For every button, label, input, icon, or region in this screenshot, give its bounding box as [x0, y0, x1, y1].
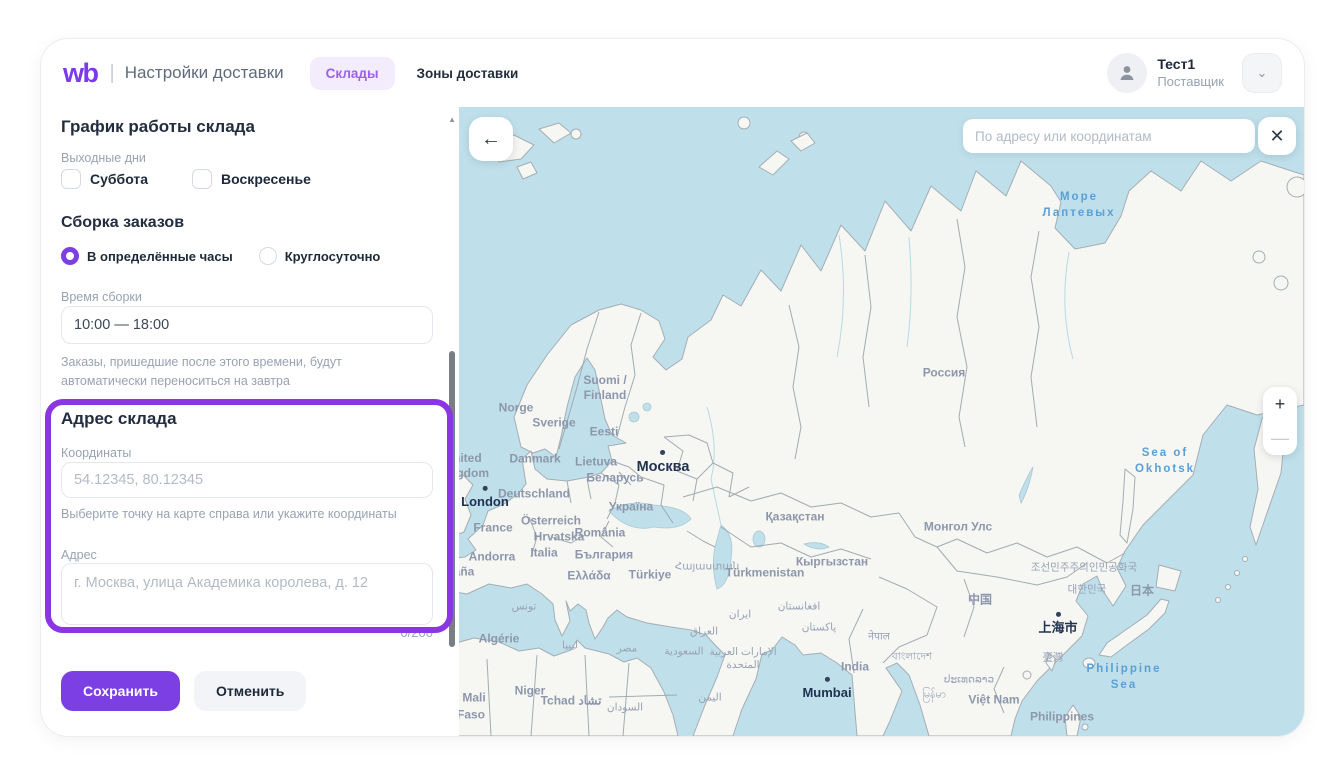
logo-divider: | [110, 62, 115, 85]
schedule-title: График работы склада [61, 117, 255, 137]
map-area[interactable]: Море ЛаптевыхSea of OkhotskPhilippine Se… [459, 107, 1304, 736]
address-label: Адрес [61, 548, 97, 562]
map-canvas[interactable] [459, 107, 1304, 736]
assembly-time-input[interactable] [61, 306, 433, 344]
coords-input[interactable] [61, 462, 433, 498]
checkbox-label: Воскресенье [221, 171, 311, 187]
scrollbar-up-icon[interactable]: ▲ [448, 115, 456, 124]
avatar [1107, 53, 1147, 93]
main-card: wb | Настройки доставки Склады Зоны дост… [40, 38, 1305, 737]
checkbox-icon [61, 169, 81, 189]
map-back-button[interactable]: ← [469, 117, 513, 161]
checkbox-label: Суббота [90, 171, 148, 187]
map-close-button[interactable]: ✕ [1258, 117, 1296, 155]
user-icon [1117, 63, 1137, 83]
wb-logo: wb [63, 58, 98, 89]
zoom-out-button[interactable]: — [1263, 421, 1297, 455]
cancel-button[interactable]: Отменить [194, 671, 306, 711]
radio-label: Круглосуточно [285, 249, 381, 264]
zoom-in-button[interactable]: + [1263, 387, 1297, 421]
tab-warehouses[interactable]: Склады [310, 57, 395, 90]
radio-icon-selected [61, 247, 79, 265]
panel-scrollbar[interactable] [449, 351, 455, 647]
tab-delivery-zones[interactable]: Зоны доставки [401, 57, 535, 90]
coords-hint: Выберите точку на карте справа или укажи… [61, 505, 416, 524]
user-info: Тест1 Поставщик [1157, 56, 1224, 90]
weekend-label: Выходные дни [61, 151, 146, 165]
coords-label: Координаты [61, 446, 131, 460]
chevron-down-icon: ⌄ [1257, 65, 1268, 81]
radio-icon [259, 247, 277, 265]
address-title: Адрес склада [61, 409, 177, 429]
char-counter: 0/200 [61, 625, 433, 640]
checkbox-saturday[interactable]: Суббота [61, 169, 148, 189]
settings-panel: График работы склада Выходные дни Суббот… [41, 107, 459, 736]
time-label: Время сборки [61, 290, 142, 304]
tab-bar: Склады Зоны доставки [310, 57, 535, 90]
close-icon: ✕ [1269, 126, 1284, 147]
header: wb | Настройки доставки Склады Зоны дост… [41, 39, 1304, 107]
assembly-options: В определённые часы Круглосуточно [61, 247, 380, 265]
weekend-checkboxes: Суббота Воскресенье [61, 169, 311, 189]
map-zoom-control: + — [1263, 387, 1297, 455]
radio-fixed-hours[interactable]: В определённые часы [61, 247, 233, 265]
user-menu-button[interactable]: ⌄ [1242, 53, 1282, 93]
checkbox-sunday[interactable]: Воскресенье [192, 169, 311, 189]
user-box: Тест1 Поставщик ⌄ [1107, 53, 1282, 93]
user-name: Тест1 [1157, 56, 1224, 74]
time-hint: Заказы, пришедшие после этого времени, б… [61, 353, 416, 392]
page-title: Настройки доставки [125, 63, 284, 83]
arrow-left-icon: ← [481, 128, 501, 151]
radio-around-clock[interactable]: Круглосуточно [259, 247, 381, 265]
assembly-title: Сборка заказов [61, 214, 184, 232]
checkbox-icon [192, 169, 212, 189]
user-role: Поставщик [1157, 74, 1224, 90]
radio-label: В определённые часы [87, 249, 233, 264]
save-button[interactable]: Сохранить [61, 671, 180, 711]
address-textarea[interactable] [61, 563, 433, 625]
action-buttons: Сохранить Отменить [61, 671, 306, 711]
map-search-input[interactable] [963, 119, 1255, 153]
